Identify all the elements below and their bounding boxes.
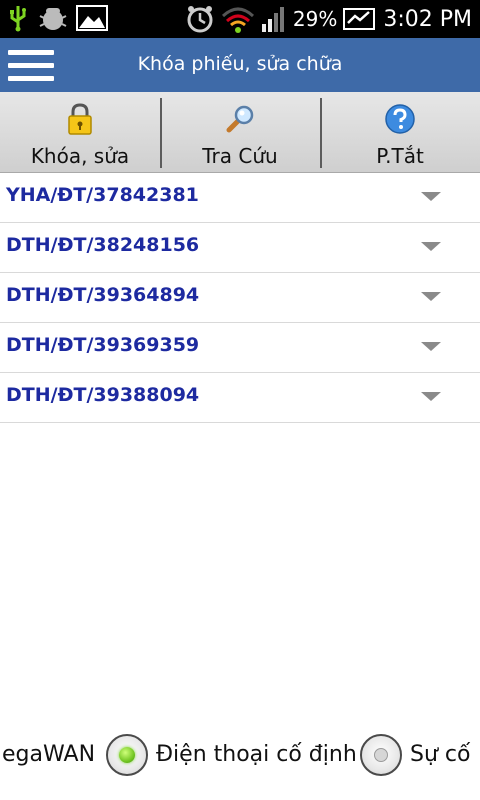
list-item[interactable]: DTH/ĐT/39364894 xyxy=(0,273,480,323)
chevron-down-icon[interactable] xyxy=(420,291,442,303)
help-icon xyxy=(385,104,415,134)
clock: 3:02 PM xyxy=(383,6,472,32)
radio-dot xyxy=(119,747,135,763)
debug-icon xyxy=(39,8,67,30)
tab-label: Tra Cứu xyxy=(202,144,278,168)
list-item[interactable]: YHA/ĐT/37842381 xyxy=(0,173,480,223)
image-icon xyxy=(76,5,108,31)
battery-percent: 29% xyxy=(292,7,338,31)
list-item[interactable]: DTH/ĐT/38248156 xyxy=(0,223,480,273)
lock-icon xyxy=(68,103,92,135)
radio-dot xyxy=(374,748,388,762)
alarm-icon xyxy=(187,6,213,33)
chevron-down-icon[interactable] xyxy=(420,241,442,253)
signal-icon xyxy=(261,7,284,32)
radio-incident[interactable] xyxy=(360,734,402,776)
wifi-icon xyxy=(221,7,254,33)
list-item[interactable]: DTH/ĐT/39388094 xyxy=(0,373,480,423)
radio-landline[interactable] xyxy=(106,734,148,776)
tab-search[interactable]: Tra Cứu xyxy=(160,92,320,172)
record-code: DTH/ĐT/38248156 xyxy=(6,234,200,256)
tab-label: P.Tắt xyxy=(376,144,424,168)
chevron-down-icon[interactable] xyxy=(420,191,442,203)
page-title: Khóa phiếu, sửa chữa xyxy=(137,53,343,75)
record-code: DTH/ĐT/39388094 xyxy=(6,384,200,406)
magnifier-icon xyxy=(226,105,254,133)
status-bar: 29% 3:02 PM xyxy=(0,0,480,38)
battery-icon xyxy=(343,8,376,30)
chevron-down-icon[interactable] xyxy=(420,341,442,353)
tab-label: Khóa, sửa xyxy=(30,144,130,168)
record-code: YHA/ĐT/37842381 xyxy=(6,184,199,206)
usb-icon xyxy=(10,6,26,32)
record-list: YHA/ĐT/37842381 DTH/ĐT/38248156 DTH/ĐT/3… xyxy=(0,173,480,423)
hamburger-line xyxy=(8,76,54,81)
chevron-down-icon[interactable] xyxy=(420,391,442,403)
tab-shortcuts[interactable]: P.Tắt xyxy=(320,92,480,172)
tab-lock-repair[interactable]: Khóa, sửa xyxy=(0,92,160,172)
record-code: DTH/ĐT/39369359 xyxy=(6,334,200,356)
radio-label-incident[interactable]: Sự cố xyxy=(410,742,470,767)
list-item[interactable]: DTH/ĐT/39369359 xyxy=(0,323,480,373)
radio-label-megawan[interactable]: egaWAN xyxy=(2,742,95,767)
tab-bar: Khóa, sửa Tra Cứu P.Tắt xyxy=(0,92,480,173)
radio-label-landline[interactable]: Điện thoại cố định xyxy=(156,742,357,767)
service-radio-group: egaWAN Điện thoại cố định Sự cố xyxy=(0,730,480,780)
record-code: DTH/ĐT/39364894 xyxy=(6,284,200,306)
app-bar: Khóa phiếu, sửa chữa xyxy=(0,38,480,92)
